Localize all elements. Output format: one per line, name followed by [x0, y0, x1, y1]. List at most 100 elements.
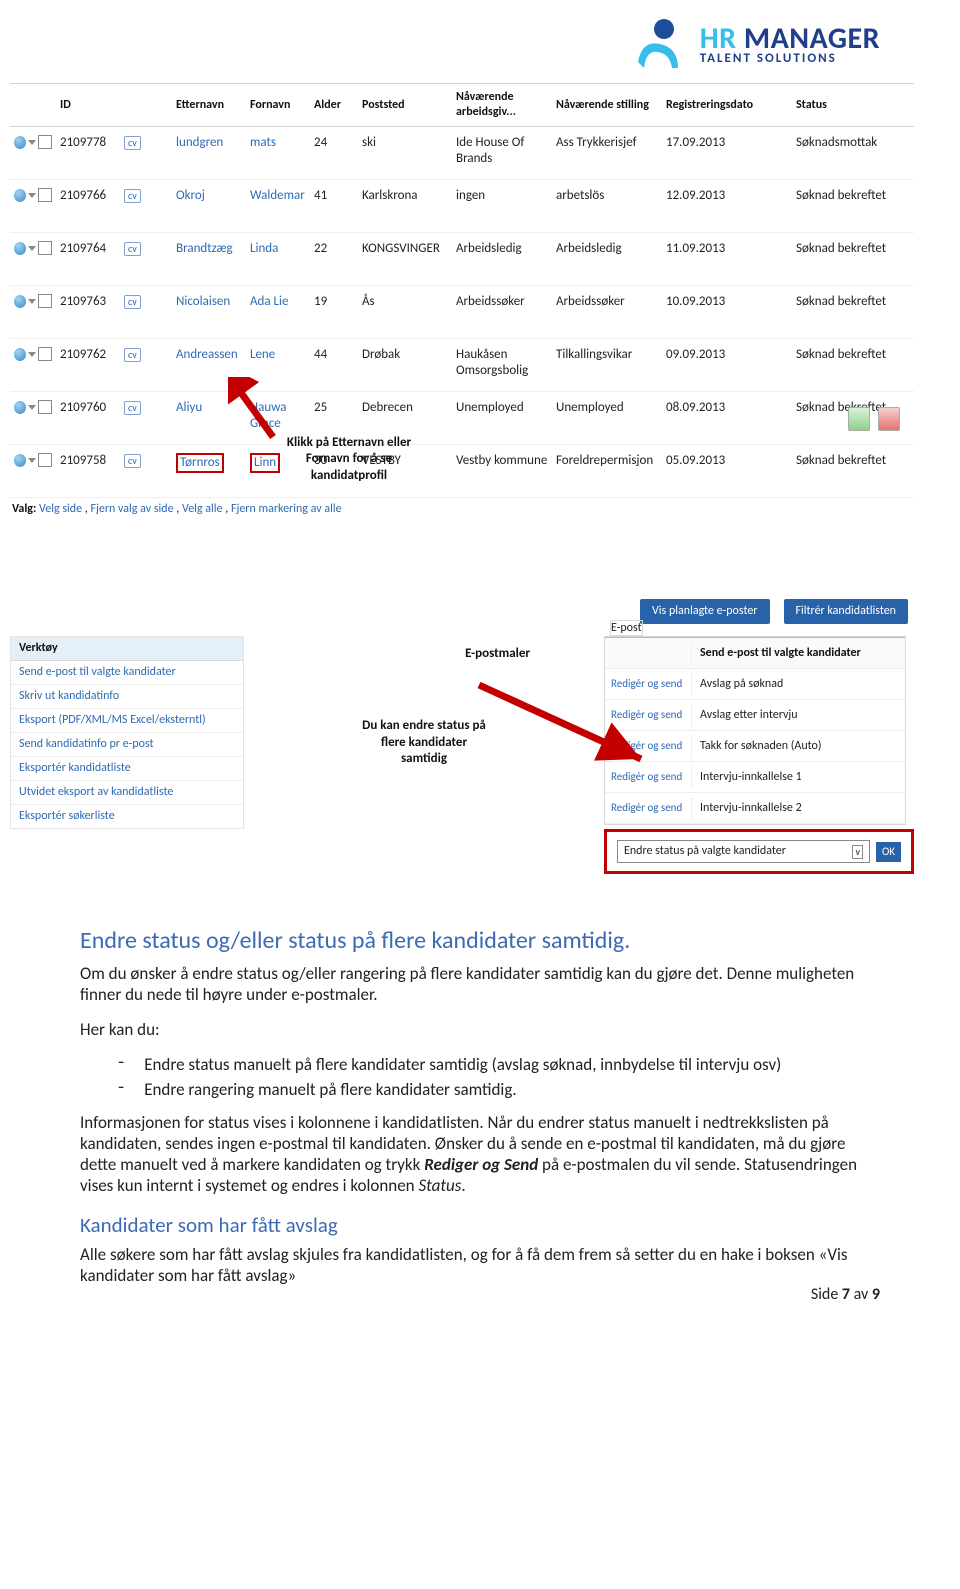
- row-checkbox[interactable]: [38, 188, 52, 202]
- email-template-label: Avslag etter intervju: [691, 704, 905, 727]
- annotation-click-name: Klikk på Etternavn eller Fornavn for å s…: [244, 435, 454, 484]
- body-paragraph: Informasjonen for status vises i kolonne…: [80, 1112, 880, 1196]
- globe-icon[interactable]: [14, 295, 26, 308]
- section-heading-2: Kandidater som har fått avslag: [80, 1212, 880, 1238]
- cv-link[interactable]: cv: [124, 189, 141, 204]
- table-row: 2109762cvAndreassenLene44DrøbakHaukåsen …: [10, 339, 914, 392]
- globe-icon[interactable]: [14, 189, 26, 202]
- dropdown-arrow-icon[interactable]: [28, 405, 36, 410]
- email-templates-title: E-postmaler: [258, 646, 590, 662]
- email-tab[interactable]: E-post: [610, 620, 643, 636]
- tools-panel-header: Verktøy: [11, 637, 243, 661]
- lastname-link[interactable]: Okroj: [172, 188, 246, 204]
- cv-link[interactable]: cv: [124, 401, 141, 416]
- body-paragraph: Om du ønsker å endre status og/eller ran…: [80, 963, 880, 1005]
- brand-logo: HR MANAGER TALENT SOLUTIONS: [80, 14, 880, 77]
- firstname-link[interactable]: mats: [246, 135, 310, 151]
- globe-icon[interactable]: [14, 454, 26, 467]
- clear-all-link[interactable]: Fjern markering av alle: [231, 502, 342, 516]
- body-paragraph: Her kan du:: [80, 1019, 880, 1040]
- row-checkbox[interactable]: [38, 241, 52, 255]
- globe-icon[interactable]: [14, 242, 26, 255]
- edit-and-send-link[interactable]: Redigér og send: [605, 704, 691, 726]
- tool-link[interactable]: Utvidet eksport av kandidatliste: [11, 781, 243, 805]
- change-status-dropdown[interactable]: Endre status på valgte kandidater v: [617, 840, 870, 863]
- dropdown-arrow-icon[interactable]: [28, 458, 36, 463]
- row-checkbox[interactable]: [38, 400, 52, 414]
- table-row: 2109764cvBrandtzægLinda22KONGSVINGERArbe…: [10, 233, 914, 286]
- firstname-link[interactable]: Linda: [246, 241, 310, 257]
- screenshot-panel: ID Etternavn Fornavn Alder Poststed Nåvæ…: [10, 83, 914, 874]
- row-checkbox[interactable]: [38, 347, 52, 361]
- body-paragraph: Alle søkere som har fått avslag skjules …: [80, 1244, 880, 1286]
- dropdown-arrow-icon[interactable]: [28, 299, 36, 304]
- email-template-row: Redigér og sendIntervju-innkallelse 2: [605, 793, 905, 824]
- lastname-link[interactable]: Andreassen: [172, 347, 246, 363]
- edit-and-send-link[interactable]: Redigér og send: [605, 735, 691, 757]
- table-row: 2109758cvTørnrosLinn30VESTBYVestby kommu…: [10, 445, 914, 498]
- email-template-row: Redigér og sendTakk for søknaden (Auto): [605, 731, 905, 762]
- bullet-list: -Endre status manuelt på flere kandidate…: [116, 1054, 880, 1100]
- change-status-box: Endre status på valgte kandidater v OK: [604, 829, 914, 874]
- lastname-link[interactable]: Tørnros: [172, 453, 246, 473]
- tool-link[interactable]: Eksportér søkerliste: [11, 805, 243, 828]
- email-panel-header: Send e-post til valgte kandidater: [691, 642, 905, 665]
- edit-and-send-link[interactable]: Redigér og send: [605, 673, 691, 695]
- row-checkbox[interactable]: [38, 453, 52, 467]
- cv-link[interactable]: cv: [124, 454, 141, 469]
- tool-link[interactable]: Eksportér kandidatliste: [11, 757, 243, 781]
- select-page-link[interactable]: Velg side: [39, 502, 82, 516]
- cv-link[interactable]: cv: [124, 242, 141, 257]
- export-pdf-icon[interactable]: [878, 407, 900, 431]
- row-checkbox[interactable]: [38, 135, 52, 149]
- email-template-label: Intervju-innkallelse 2: [691, 797, 905, 820]
- dropdown-arrow-icon[interactable]: [28, 352, 36, 357]
- dropdown-arrow-icon[interactable]: [28, 246, 36, 251]
- cv-link[interactable]: cv: [124, 295, 141, 310]
- globe-icon[interactable]: [14, 401, 26, 414]
- globe-icon[interactable]: [14, 348, 26, 361]
- table-row: 2109766cvOkrojWaldemar41Karlskronaingena…: [10, 180, 914, 233]
- annotation-change-status: Du kan endre status på flere kandidater …: [258, 718, 590, 767]
- select-all-link[interactable]: Velg alle: [182, 502, 223, 516]
- email-template-label: Intervju-innkallelse 1: [691, 766, 905, 789]
- firstname-link[interactable]: Ada Lie: [246, 294, 310, 310]
- firstname-link[interactable]: Hauwa Grace: [246, 400, 310, 433]
- chevron-down-icon: v: [852, 845, 863, 860]
- logo-figure-icon: [628, 14, 686, 72]
- tools-panel: Verktøy Send e-post til valgte kandidate…: [10, 636, 244, 829]
- clear-page-link[interactable]: Fjern valg av side: [90, 502, 173, 516]
- export-xls-icon[interactable]: [848, 407, 870, 431]
- email-template-row: Redigér og sendAvslag etter intervju: [605, 700, 905, 731]
- lastname-link[interactable]: Nicolaisen: [172, 294, 246, 310]
- cv-link[interactable]: cv: [124, 348, 141, 363]
- lastname-link[interactable]: lundgren: [172, 135, 246, 151]
- export-icons: [848, 407, 900, 431]
- tool-link[interactable]: Send e-post til valgte kandidater: [11, 661, 243, 685]
- ok-button[interactable]: OK: [876, 842, 901, 862]
- tool-link[interactable]: Send kandidatinfo pr e-post: [11, 733, 243, 757]
- table-row: 2109763cvNicolaisenAda Lie19ÅsArbeidssøk…: [10, 286, 914, 339]
- email-template-label: Avslag på søknad: [691, 673, 905, 696]
- lastname-link[interactable]: Aliyu: [172, 400, 246, 416]
- email-template-row: Redigér og sendAvslag på søknad: [605, 669, 905, 700]
- edit-and-send-link[interactable]: Redigér og send: [605, 766, 691, 788]
- tool-link[interactable]: Skriv ut kandidatinfo: [11, 685, 243, 709]
- dropdown-arrow-icon[interactable]: [28, 140, 36, 145]
- table-row: 2109778cvlundgrenmats24skiIde House Of B…: [10, 127, 914, 180]
- globe-icon[interactable]: [14, 136, 26, 149]
- firstname-link[interactable]: Lene: [246, 347, 310, 363]
- page-footer: Side 7 av 9: [811, 1285, 880, 1304]
- email-template-row: Redigér og sendIntervju-innkallelse 1: [605, 762, 905, 793]
- lastname-link[interactable]: Brandtzæg: [172, 241, 246, 257]
- candidate-table-header: ID Etternavn Fornavn Alder Poststed Nåvæ…: [10, 83, 914, 127]
- firstname-link[interactable]: Waldemar: [246, 188, 310, 204]
- cv-link[interactable]: cv: [124, 136, 141, 151]
- dropdown-arrow-icon[interactable]: [28, 193, 36, 198]
- edit-and-send-link[interactable]: Redigér og send: [605, 797, 691, 819]
- email-templates-panel: Send e-post til valgte kandidater Redigé…: [604, 636, 906, 825]
- row-checkbox[interactable]: [38, 294, 52, 308]
- tool-link[interactable]: Eksport (PDF/XML/MS Excel/eksterntl): [11, 709, 243, 733]
- section-heading-1: Endre status og/eller status på flere ka…: [80, 926, 880, 955]
- email-template-label: Takk for søknaden (Auto): [691, 735, 905, 758]
